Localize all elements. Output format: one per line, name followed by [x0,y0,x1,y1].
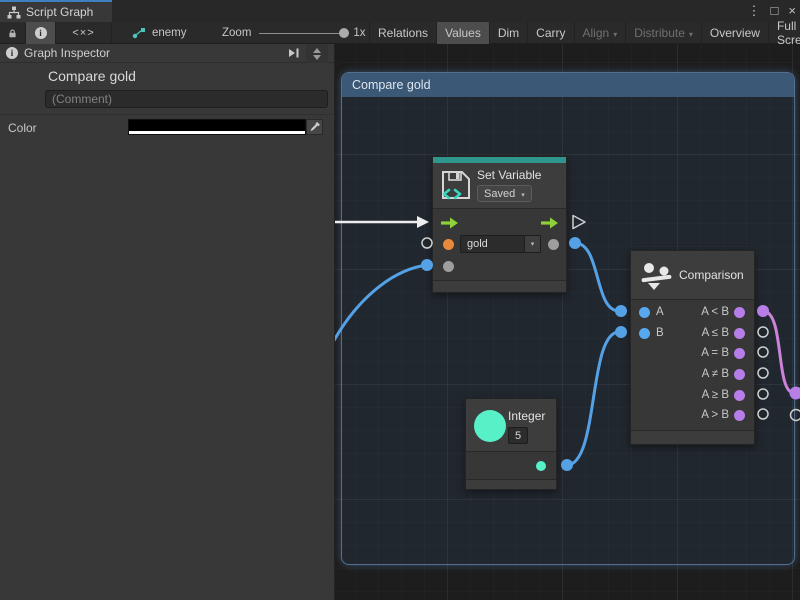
dock-panel-icon[interactable] [287,47,300,59]
group-title: Compare gold [352,78,431,92]
inspector-graph-title: Compare gold [48,68,136,84]
input-b-label: B [656,327,664,339]
node-title: Comparison [679,268,744,282]
comparison-icon [641,262,673,291]
zoom-slider-knob[interactable] [339,28,349,38]
node-integer[interactable]: Integer 5 [465,398,557,490]
graph-canvas[interactable]: Compare gold [335,44,800,600]
window-menu-icon[interactable]: ⋮ [748,0,761,22]
group-header[interactable]: Compare gold [342,73,794,97]
node-set-variable[interactable]: Set Variable Saved ▾ gold ▾ [432,156,567,293]
flow-out-port[interactable] [540,217,559,229]
node-comparison[interactable]: Comparison A B A < B A ≤ B A = B A ≠ B A… [630,250,755,445]
chevron-down-icon: ▾ [613,30,617,39]
chevron-down-icon: ▾ [531,240,535,248]
eyedropper-icon [309,121,321,133]
toggle-dim[interactable]: Dim [490,22,528,44]
color-swatch[interactable] [128,119,306,135]
chevron-down-icon: ▾ [689,30,693,39]
graph-inspector-panel: i Graph Inspector Compare gold Color [0,44,335,600]
graph-inspector-header: i Graph Inspector [0,44,334,63]
graph-reference-label: enemy [152,27,187,39]
integer-icon [474,410,506,442]
flow-in-port[interactable] [440,217,459,229]
panel-scroll-spinner[interactable] [306,44,328,63]
fullscreen-button[interactable]: Full Screen [769,22,800,44]
output-label: A > B [665,409,729,421]
output-a-gt-b-port[interactable] [734,410,745,421]
toggle-carry[interactable]: Carry [528,22,574,44]
output-a-eq-b-port[interactable] [734,348,745,359]
chevron-down-icon: ▾ [521,191,525,199]
zoom-label: Zoom [222,27,251,39]
titlebar: Script Graph ⋮ □ × [0,0,800,22]
input-a-port[interactable] [639,307,650,318]
scroll-up-icon[interactable] [313,48,321,53]
variable-name-port[interactable] [443,239,454,250]
eyedropper-button[interactable] [306,119,323,135]
output-a-neq-b-port[interactable] [734,369,745,380]
lock-icon [8,27,17,40]
overview-button[interactable]: Overview [702,22,769,44]
input-b-port[interactable] [639,328,650,339]
align-dropdown[interactable]: Align ▾ [575,22,627,44]
output-label: A ≠ B [665,368,729,380]
output-a-lte-b-port[interactable] [734,328,745,339]
graph-node-icon [132,27,146,39]
toolbar: i <×> enemy Zoom 1x Relations Values Dim… [0,22,800,44]
integer-value-field[interactable]: 5 [508,427,528,444]
output-label: A ≥ B [665,389,729,401]
toggle-values[interactable]: Values [437,22,490,44]
comment-input[interactable] [45,90,328,108]
node-footer [631,430,754,444]
integer-out-port[interactable] [536,461,546,471]
value-out-port[interactable] [548,239,559,250]
output-a-lt-b-port[interactable] [734,307,745,318]
variable-name-field[interactable]: gold [460,235,525,253]
variable-name-dropdown-button[interactable]: ▾ [525,235,541,253]
zoom-slider[interactable] [259,33,345,34]
scroll-down-icon[interactable] [313,55,321,60]
toggle-relations[interactable]: Relations [370,22,437,44]
graph-inspector-title: Graph Inspector [24,46,110,60]
node-title: Integer [508,409,545,423]
lock-button[interactable] [0,22,26,44]
graph-reference[interactable]: enemy [132,22,187,44]
distribute-dropdown[interactable]: Distribute ▾ [626,22,702,44]
color-row: Color [0,114,334,144]
output-a-gte-b-port[interactable] [734,390,745,401]
info-icon: i [6,47,18,59]
output-label: A < B [665,306,729,318]
node-footer [466,479,556,489]
tab-script-graph[interactable]: Script Graph [0,0,112,22]
output-label: A = B [665,347,729,359]
zoom-value: 1x [353,27,365,39]
save-variable-icon [440,169,472,203]
tab-title: Script Graph [26,5,93,19]
output-label: A ≤ B [665,327,729,339]
color-field-label: Color [8,121,37,135]
node-footer [433,280,566,292]
color-alpha-bar [129,131,305,134]
value-in-port[interactable] [443,261,454,272]
script-graph-window: Script Graph ⋮ □ × i <×> [0,0,800,600]
info-icon: i [35,27,47,39]
inspector-toggle-button[interactable]: i [26,22,56,44]
script-graph-icon [7,6,21,19]
variable-kind-dropdown[interactable]: Saved ▾ [477,185,532,202]
node-title: Set Variable [477,168,541,182]
input-a-label: A [656,306,664,318]
code-preview-button[interactable]: <×> [56,22,112,44]
